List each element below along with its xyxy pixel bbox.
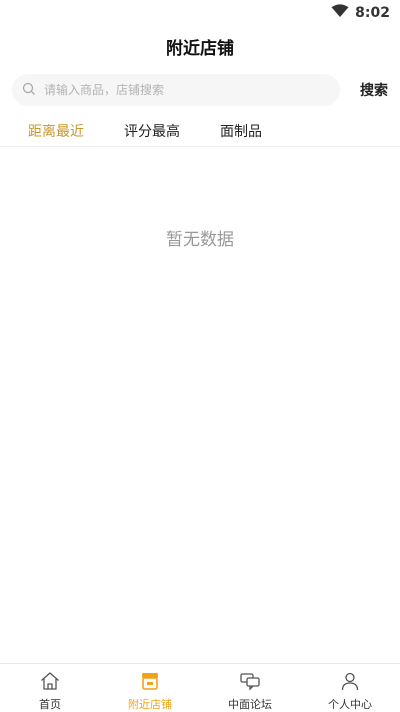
page-title: 附近店铺 (166, 39, 234, 59)
tabbar-home[interactable]: 首页 (0, 664, 100, 711)
forum-icon (239, 671, 261, 695)
status-bar: 8:02 (0, 0, 400, 26)
sort-tabs: 距离最近 评分最高 面制品 (0, 118, 400, 147)
tab-noodle-products[interactable]: 面制品 (220, 121, 262, 141)
tab-distance[interactable]: 距离最近 (28, 121, 84, 141)
store-icon (139, 671, 161, 695)
search-box[interactable] (12, 74, 340, 106)
user-icon (339, 671, 361, 695)
tab-rating[interactable]: 评分最高 (124, 121, 180, 141)
status-time: 8:02 (355, 4, 390, 21)
tabbar-nearby-stores[interactable]: 附近店铺 (100, 664, 200, 711)
search-icon (22, 81, 36, 100)
home-icon (39, 671, 61, 695)
status-right: 8:02 (331, 3, 390, 22)
tabbar-forum[interactable]: 中面论坛 (200, 664, 300, 711)
search-button[interactable]: 搜索 (360, 80, 388, 100)
search-row: 搜索 (12, 74, 388, 106)
tabbar-profile[interactable]: 个人中心 (300, 664, 400, 711)
empty-message: 暂无数据 (166, 230, 234, 250)
wifi-icon (331, 3, 349, 22)
search-input[interactable] (42, 82, 326, 98)
bottom-tab-bar: 首页 附近店铺 中面论坛 个人中心 (0, 663, 400, 711)
